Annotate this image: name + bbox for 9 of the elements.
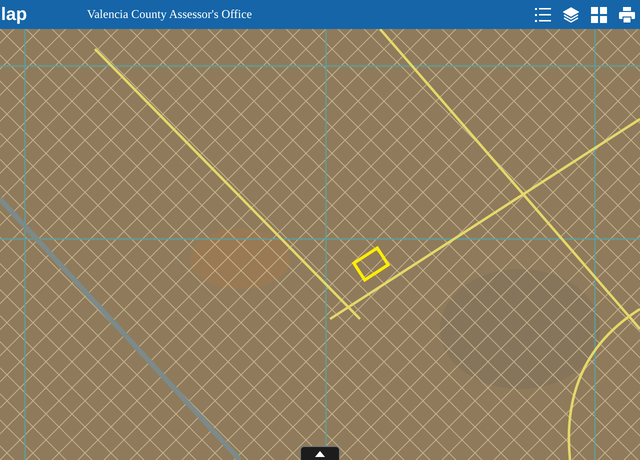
office-title: Valencia County Assessor's Office [87, 7, 253, 22]
print-icon[interactable] [618, 6, 636, 24]
layers-icon[interactable] [562, 6, 580, 24]
panel-toggle-handle[interactable] [300, 446, 340, 460]
caret-icon [315, 450, 325, 456]
app-title: lap [1, 4, 28, 25]
selected-parcel-outline[interactable] [352, 246, 390, 282]
list-icon[interactable] [534, 6, 552, 24]
grid-icon[interactable] [590, 6, 608, 24]
